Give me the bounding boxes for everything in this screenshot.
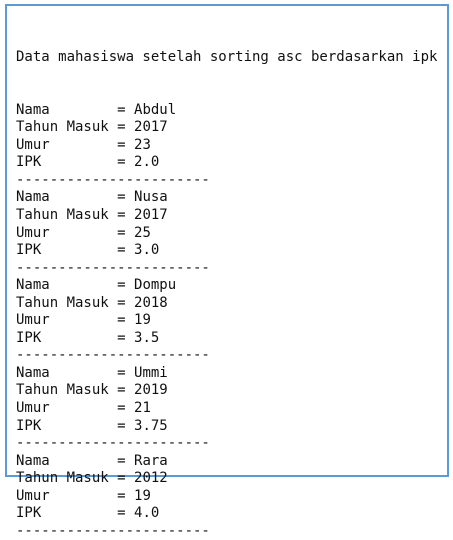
field-value: Dompu (134, 277, 177, 294)
record-field-nama: Nama = Ummi (16, 365, 437, 383)
field-label: Nama = (16, 189, 135, 206)
field-label: Tahun Masuk = (16, 382, 135, 399)
field-label: Umur = (16, 224, 135, 241)
field-value: 19 (134, 487, 151, 504)
field-label: Nama = (16, 101, 135, 118)
record-field-umur: Umur = 25 (16, 225, 437, 243)
student-record: Nama = Rara Tahun Masuk = 2012 Umur = 19 IP… (16, 453, 437, 540)
field-value: 2019 (134, 382, 168, 399)
output-header: Data mahasiswa setelah sorting asc berda… (16, 49, 438, 66)
record-field-nama: Nama = Abdul (16, 102, 437, 120)
record-field-umur: Umur = 19 (16, 312, 437, 330)
record-field-umur: Umur = 23 (16, 137, 437, 155)
field-label: IPK = (16, 329, 135, 346)
record-field-ipk: IPK = 2.0 (16, 154, 437, 172)
record-field-tahun: Tahun Masuk = 2017 (16, 119, 437, 137)
field-label: IPK = (16, 417, 135, 434)
record-field-tahun: Tahun Masuk = 2019 (16, 382, 437, 400)
field-label: Tahun Masuk = (16, 119, 135, 136)
student-record: Nama = Nusa Tahun Masuk = 2017 Umur = 25 IP… (16, 189, 437, 277)
separator-line: ----------------------- (16, 171, 210, 188)
record-field-nama: Nama = Dompu (16, 277, 437, 295)
field-value: 3.75 (134, 417, 168, 434)
field-value: 2017 (134, 207, 168, 224)
record-field-ipk: IPK = 3.75 (16, 418, 437, 436)
field-value: 3.5 (134, 329, 160, 346)
record-field-umur: Umur = 19 (16, 488, 437, 506)
record-field-tahun: Tahun Masuk = 2018 (16, 295, 437, 313)
field-value: Rara (134, 452, 168, 469)
separator-line: ----------------------- (16, 259, 210, 276)
field-label: Nama = (16, 364, 135, 381)
student-record: Nama = Dompu Tahun Masuk = 2018 Umur = 19 I… (16, 277, 437, 365)
field-value: 19 (134, 312, 151, 329)
record-field-tahun: Tahun Masuk = 2017 (16, 207, 437, 225)
field-label: Umur = (16, 136, 135, 153)
student-record: Nama = Ummi Tahun Masuk = 2019 Umur = 21 IP… (16, 365, 437, 453)
field-value: 3.0 (134, 242, 160, 259)
record-field-nama: Nama = Rara (16, 453, 437, 471)
student-record: Nama = Abdul Tahun Masuk = 2017 Umur = 23 I… (16, 102, 437, 190)
record-field-nama: Nama = Nusa (16, 189, 437, 207)
field-value: Abdul (134, 101, 177, 118)
field-label: IPK = (16, 154, 135, 171)
field-label: Nama = (16, 277, 135, 294)
record-field-ipk: IPK = 4.0 (16, 505, 437, 523)
console-output-panel: Data mahasiswa setelah sorting asc berda… (5, 4, 449, 539)
field-label: IPK = (16, 242, 135, 259)
field-label: IPK = (16, 505, 135, 522)
field-value: 2012 (134, 470, 168, 487)
field-value: Nusa (134, 189, 168, 206)
field-label: Tahun Masuk = (16, 470, 135, 487)
record-field-ipk: IPK = 3.0 (16, 242, 437, 260)
field-label: Tahun Masuk = (16, 207, 135, 224)
field-value: 25 (134, 224, 151, 241)
field-label: Umur = (16, 400, 135, 417)
record-field-ipk: IPK = 3.5 (16, 330, 437, 348)
field-value: 2018 (134, 294, 168, 311)
field-value: 2017 (134, 119, 168, 136)
field-label: Umur = (16, 312, 135, 329)
field-label: Umur = (16, 487, 135, 504)
field-label: Tahun Masuk = (16, 294, 135, 311)
record-field-umur: Umur = 21 (16, 400, 437, 418)
field-value: 4.0 (134, 505, 160, 522)
separator-line: ----------------------- (16, 522, 210, 539)
field-value: 21 (134, 400, 151, 417)
separator-line: ----------------------- (16, 435, 210, 452)
separator-line: ----------------------- (16, 347, 210, 364)
field-value: 2.0 (134, 154, 160, 171)
console-output: Data mahasiswa setelah sorting asc berda… (16, 14, 437, 540)
field-value: Ummi (134, 364, 168, 381)
field-label: Nama = (16, 452, 135, 469)
field-value: 23 (134, 136, 151, 153)
